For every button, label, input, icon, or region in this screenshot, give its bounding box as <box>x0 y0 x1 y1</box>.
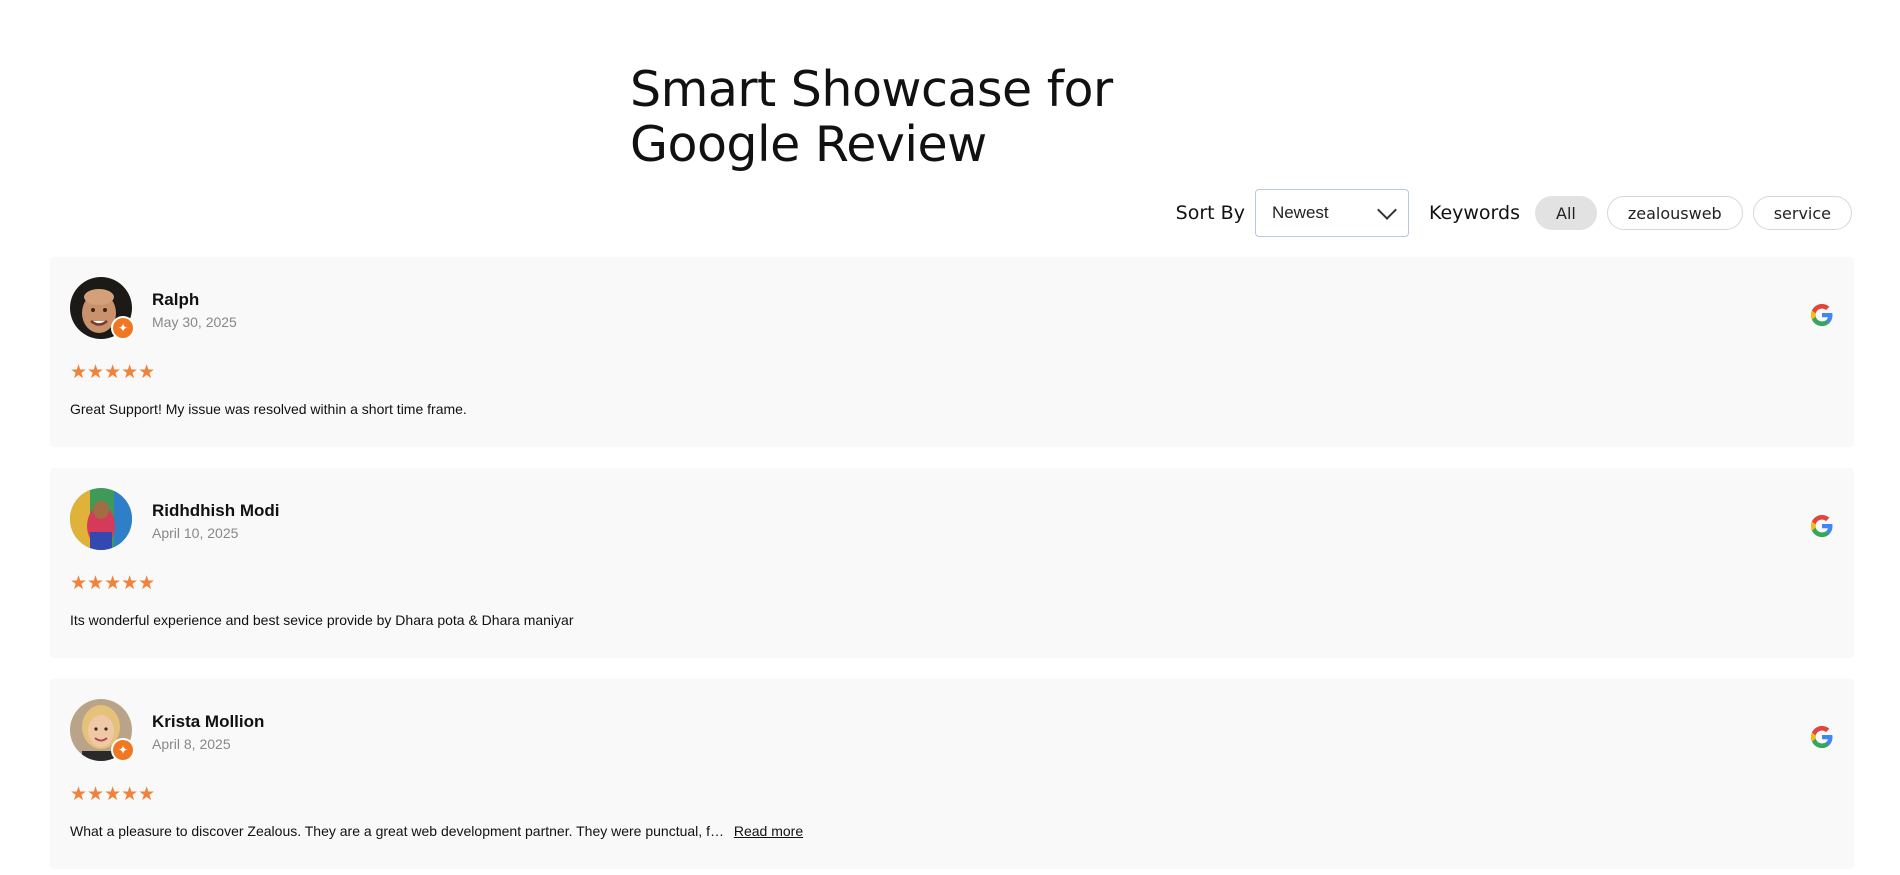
sort-by-label: Sort By <box>1175 202 1245 224</box>
review-card: Ridhdhish Modi April 10, 2025 ★★★★★ Its … <box>50 468 1854 658</box>
google-icon <box>1811 304 1833 326</box>
review-date: April 8, 2025 <box>152 736 231 752</box>
reviewer-name: Krista Mollion <box>152 712 265 731</box>
keyword-chip-service[interactable]: service <box>1752 196 1852 230</box>
keyword-chip-zealousweb[interactable]: zealousweb <box>1606 196 1743 230</box>
review-text: Its wonderful experience and best sevice… <box>70 612 574 628</box>
google-icon <box>1811 515 1833 537</box>
page-title: Smart Showcase for Google Review <box>630 62 1113 172</box>
review-text-body: Its wonderful experience and best sevice… <box>70 612 574 628</box>
avatar: ✦ <box>70 699 135 762</box>
review-text-body: Great Support! My issue was resolved wit… <box>70 401 467 417</box>
reviewer-name: Ridhdhish Modi <box>152 501 280 520</box>
google-icon <box>1811 726 1833 748</box>
review-date: April 10, 2025 <box>152 525 239 541</box>
local-guide-badge-icon: ✦ <box>111 316 135 340</box>
read-more-link[interactable]: Read more <box>734 823 803 839</box>
reviewer-name: Ralph <box>152 290 200 309</box>
reviewer-photo <box>70 488 132 550</box>
keywords-label: Keywords <box>1428 202 1520 224</box>
sort-select[interactable]: Newest <box>1254 189 1409 237</box>
avatar <box>70 488 132 550</box>
review-text-body: What a pleasure to discover Zealous. The… <box>70 823 724 839</box>
avatar: ✦ <box>70 277 135 340</box>
page-title-line-1: Smart Showcase for <box>630 61 1113 118</box>
star-rating: ★★★★★ <box>70 573 156 594</box>
local-guide-badge-icon: ✦ <box>111 738 135 762</box>
review-card: ✦ Krista Mollion April 8, 2025 ★★★★★ Wha… <box>50 679 1854 869</box>
keyword-chip-all[interactable]: All <box>1535 196 1597 230</box>
filter-toolbar: Sort By Newest Keywords All zealousweb s… <box>1176 189 1852 237</box>
review-list: ✦ Ralph May 30, 2025 ★★★★★ Great Support… <box>50 257 1854 875</box>
review-text: Great Support! My issue was resolved wit… <box>70 401 467 417</box>
page-title-line-2: Google Review <box>630 116 987 173</box>
review-card: ✦ Ralph May 30, 2025 ★★★★★ Great Support… <box>50 257 1854 447</box>
chevron-down-icon <box>1377 200 1397 220</box>
sort-select-value: Newest <box>1271 203 1329 222</box>
star-rating: ★★★★★ <box>70 784 156 805</box>
review-text: What a pleasure to discover Zealous. The… <box>70 823 803 839</box>
review-date: May 30, 2025 <box>152 314 237 330</box>
star-rating: ★★★★★ <box>70 362 156 383</box>
